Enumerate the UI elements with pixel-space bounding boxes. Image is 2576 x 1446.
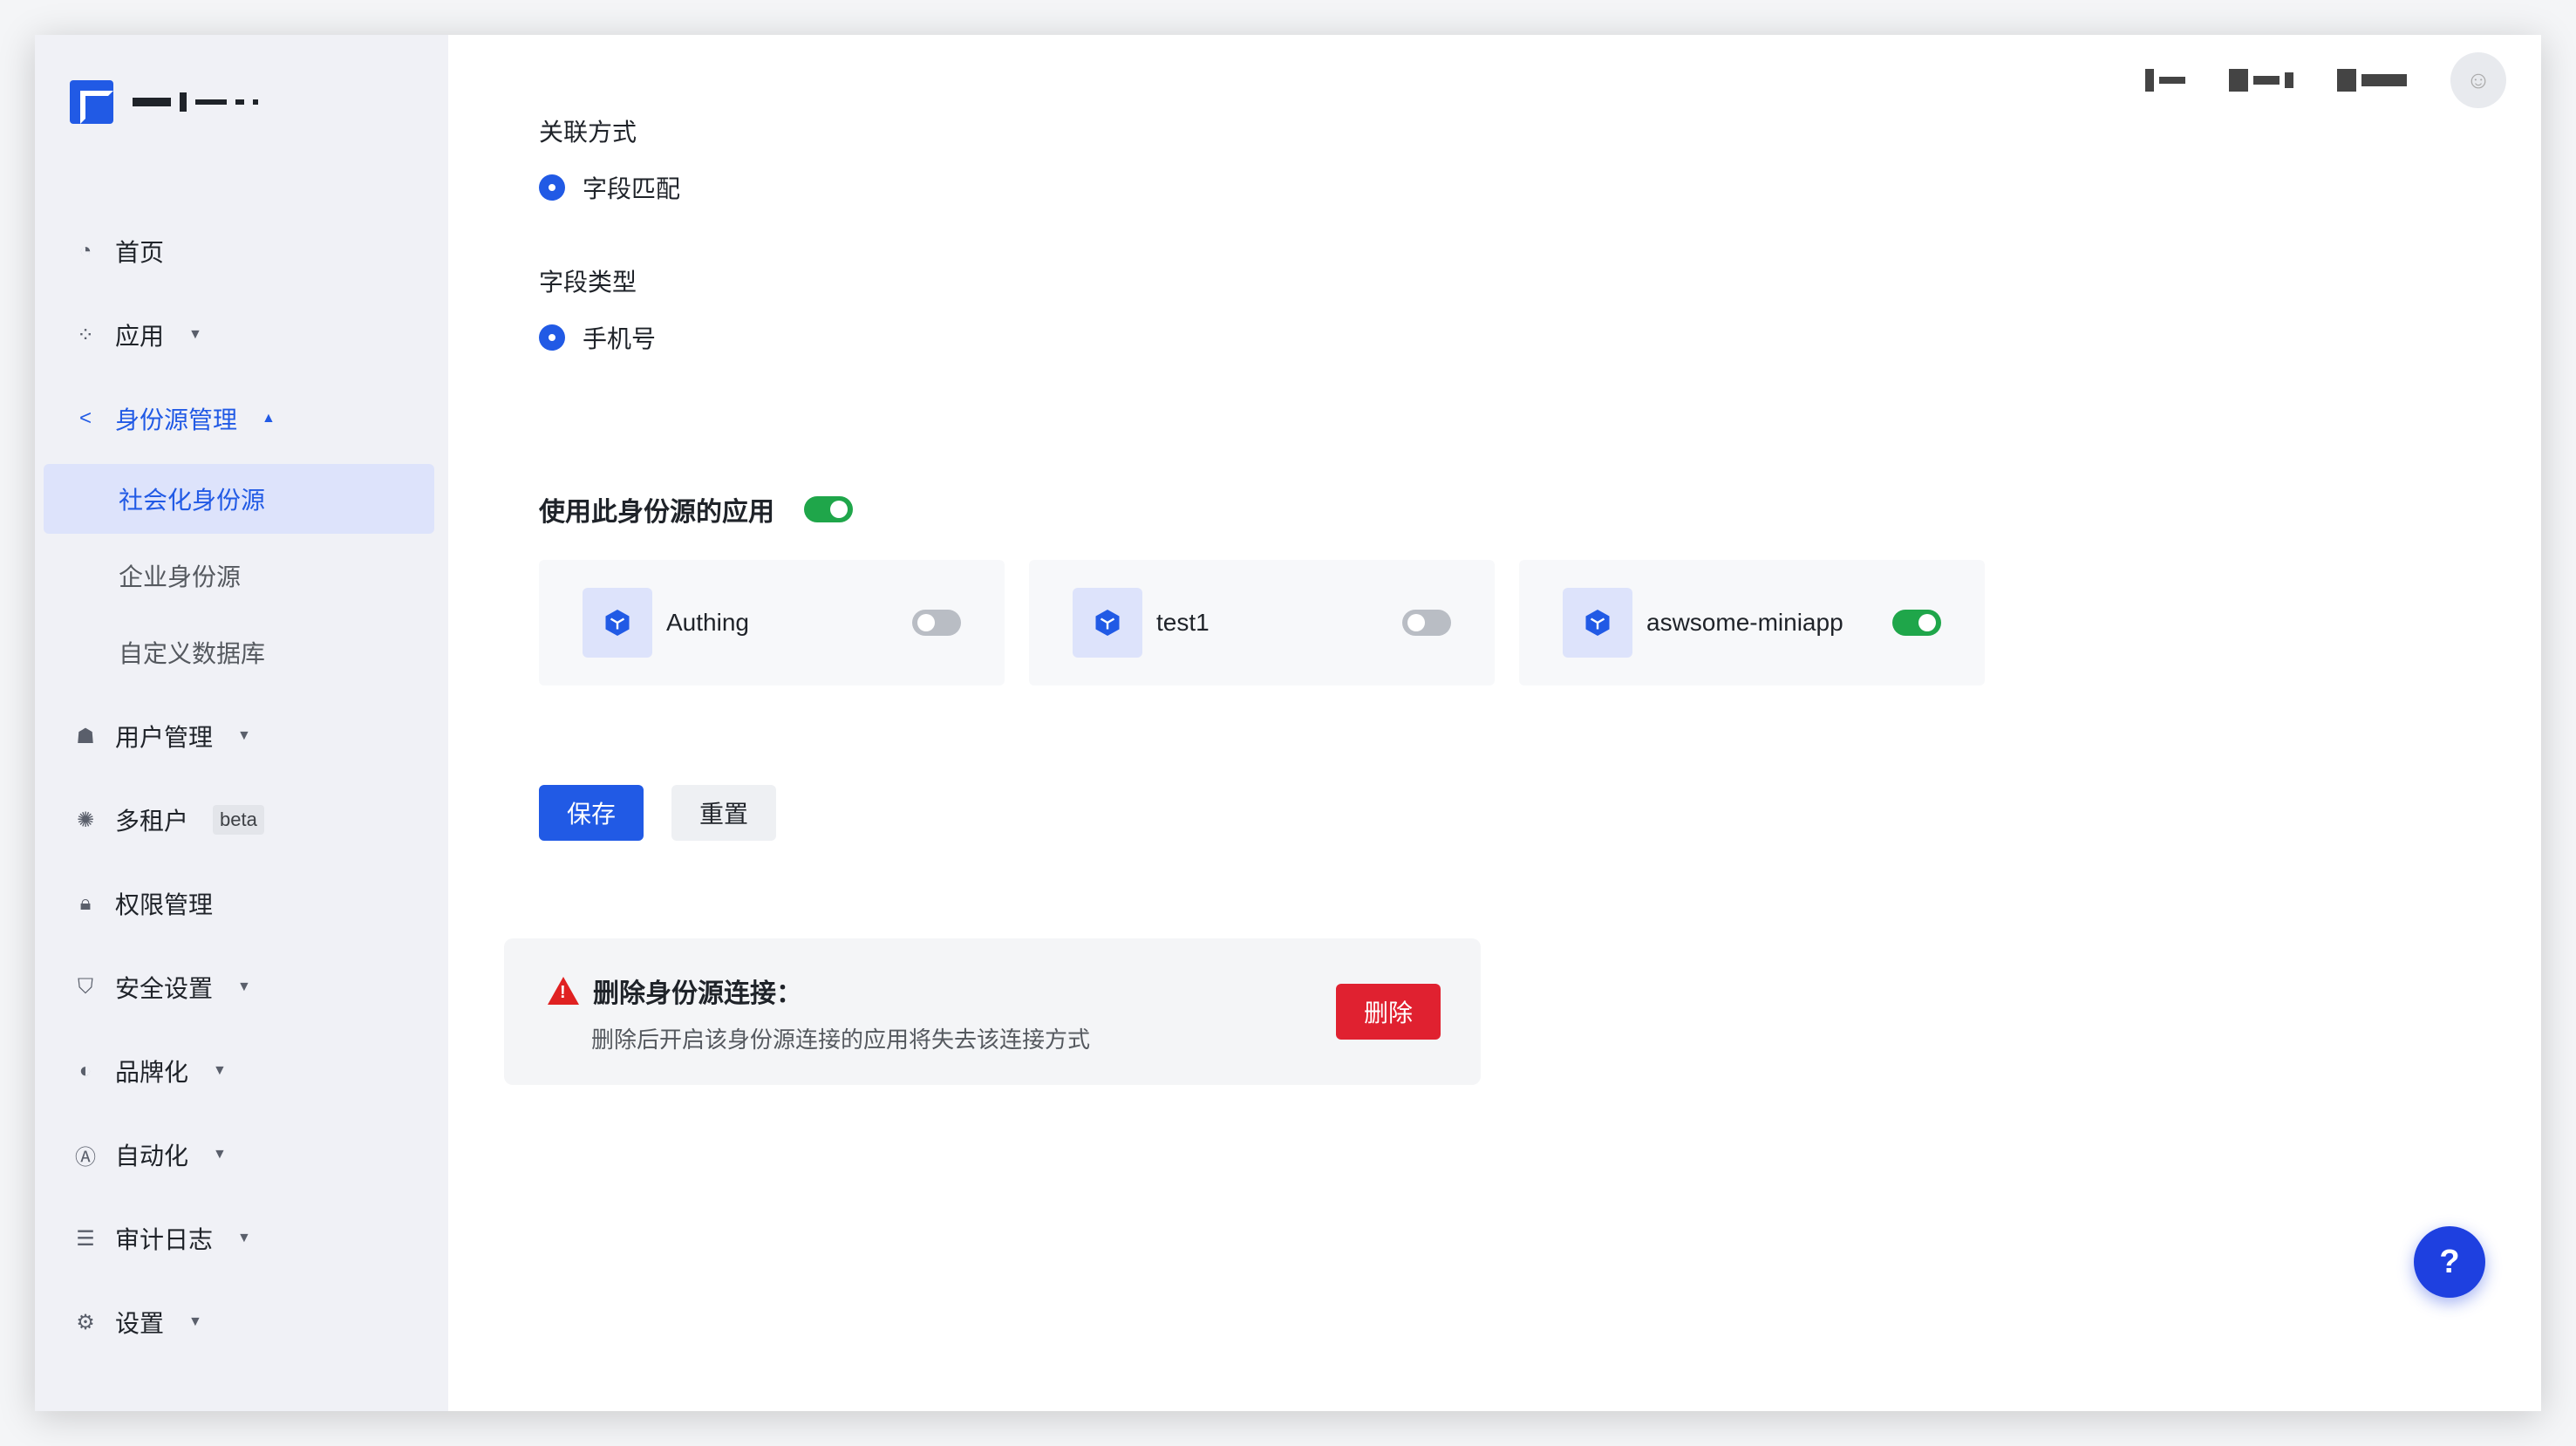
field-type-label: 字段类型 [539, 269, 637, 296]
apps-section-title: 使用此身份源的应用 [539, 490, 853, 529]
chevron-down-icon: ▼ [188, 327, 202, 342]
nav-item-settings[interactable]: ⚙ 设置 ▼ [35, 1280, 448, 1364]
log-icon: ☰ [76, 1226, 95, 1251]
apps-section-toggle[interactable] [804, 496, 853, 522]
beta-badge: beta [213, 805, 264, 835]
app-card-authing: Authing [539, 560, 1005, 685]
nav-item-security[interactable]: ⛉ 安全设置 ▼ [35, 945, 448, 1029]
logo-text-blurred [133, 92, 258, 112]
nav-label: 应用 [115, 323, 165, 350]
sub-label: 企业身份源 [119, 563, 242, 590]
nav-item-identity-source[interactable]: < 身份源管理 ▲ [35, 377, 448, 460]
nav-label: 安全设置 [115, 975, 214, 1002]
nav-item-permissions[interactable]: 🔒︎ 权限管理 [35, 862, 448, 945]
app-cube-icon [1563, 588, 1632, 658]
gear-icon: ⚙ [76, 1310, 95, 1334]
app-toggle[interactable] [1402, 610, 1451, 636]
delete-button[interactable]: 删除 [1336, 984, 1441, 1040]
sidebar-nav: ◔ 首页 ⁘ 应用 ▼ < 身份源管理 ▲ 社会化身份源 企业身份源 自定义数据… [35, 209, 448, 1364]
warning-icon [548, 977, 579, 1005]
nav-label: 首页 [115, 239, 165, 266]
nav-label: 设置 [115, 1310, 165, 1337]
app-cube-icon [1073, 588, 1142, 658]
sub-item-social-identity[interactable]: 社会化身份源 [44, 464, 434, 534]
chevron-down-icon: ▼ [213, 1147, 227, 1162]
app-name: test1 [1156, 609, 1210, 636]
automation-icon: Ⓐ [75, 1145, 96, 1170]
sub-label: 社会化身份源 [119, 487, 266, 514]
app-toggle[interactable] [912, 610, 961, 636]
danger-title: 删除身份源连接： [548, 972, 802, 1010]
app-card-test1: test1 [1029, 560, 1495, 685]
nav-item-automation[interactable]: Ⓐ 自动化 ▼ [35, 1113, 448, 1197]
nav-item-audit-log[interactable]: ☰ 审计日志 ▼ [35, 1197, 448, 1280]
tenant-icon: ✺ [76, 808, 95, 832]
nav-label: 审计日志 [115, 1226, 214, 1253]
topbar-icon-2[interactable] [2229, 69, 2293, 92]
nav-item-apps[interactable]: ⁘ 应用 ▼ [35, 293, 448, 377]
nav-item-branding[interactable]: ◐ 品牌化 ▼ [35, 1029, 448, 1113]
topbar-actions: ☺ [2145, 52, 2506, 108]
logo[interactable] [70, 80, 258, 124]
user-avatar[interactable]: ☺ [2450, 52, 2506, 108]
reset-button[interactable]: 重置 [671, 785, 776, 841]
danger-zone: 删除身份源连接： 删除后开启该身份源连接的应用将失去该连接方式 删除 [504, 938, 1481, 1085]
radio-checked[interactable] [539, 174, 565, 201]
field-type-radio[interactable]: 手机号 [539, 320, 656, 355]
sub-item-enterprise-identity[interactable]: 企业身份源 [44, 541, 434, 610]
shield-icon: ⛉ [78, 975, 93, 999]
nav-item-users[interactable]: ☗ 用户管理 ▼ [35, 694, 448, 778]
app-toggle[interactable] [1892, 610, 1941, 636]
section-title-text: 使用此身份源的应用 [539, 498, 774, 527]
main-content: ☺ 关联方式 字段匹配 字段类型 手机号 使用此身份源的应用 Authing t… [448, 35, 2541, 1411]
apps-icon: ⁘ [76, 323, 95, 347]
danger-description: 删除后开启该身份源连接的应用将失去该连接方式 [591, 1027, 1091, 1053]
app-card-aswsome-miniapp: aswsome-miniapp [1519, 560, 1985, 685]
radio-label: 字段匹配 [583, 175, 681, 202]
link-method-radio[interactable]: 字段匹配 [539, 170, 680, 205]
logo-icon [70, 80, 113, 124]
nav-item-home[interactable]: ◔ 首页 [35, 209, 448, 293]
app-name: aswsome-miniapp [1646, 609, 1843, 636]
help-button[interactable]: ? [2414, 1226, 2485, 1298]
app-cube-icon [583, 588, 652, 658]
nav-label: 多租户 [115, 808, 189, 835]
radio-checked[interactable] [539, 324, 565, 351]
sidebar: ◔ 首页 ⁘ 应用 ▼ < 身份源管理 ▲ 社会化身份源 企业身份源 自定义数据… [35, 35, 448, 1411]
nav-label: 自动化 [115, 1142, 189, 1170]
user-group-icon: ☗ [76, 724, 95, 748]
nav-label: 身份源管理 [115, 406, 238, 433]
danger-title-text: 删除身份源连接： [593, 979, 802, 1008]
radio-label: 手机号 [583, 325, 657, 352]
save-button[interactable]: 保存 [539, 785, 644, 841]
chevron-down-icon: ▼ [188, 1314, 202, 1329]
lock-icon: 🔒︎ [79, 891, 92, 915]
topbar-icon-1[interactable] [2145, 69, 2185, 92]
topbar-icon-3[interactable] [2337, 69, 2407, 92]
chevron-down-icon: ▼ [213, 1063, 227, 1078]
chevron-down-icon: ▼ [237, 979, 251, 994]
nav-label: 品牌化 [115, 1059, 189, 1086]
chevron-down-icon: ▼ [237, 1231, 251, 1245]
chevron-down-icon: ▼ [237, 728, 251, 743]
share-icon: < [78, 406, 92, 430]
link-method-label: 关联方式 [539, 119, 637, 146]
nav-label: 权限管理 [115, 891, 214, 918]
nav-item-tenants[interactable]: ✺ 多租户 beta [35, 778, 448, 862]
sub-label: 自定义数据库 [119, 640, 266, 667]
app-window: ◔ 首页 ⁘ 应用 ▼ < 身份源管理 ▲ 社会化身份源 企业身份源 自定义数据… [35, 35, 2541, 1411]
pie-chart-icon: ◔ [78, 239, 92, 263]
brand-icon: ◐ [78, 1059, 92, 1082]
app-name: Authing [666, 609, 749, 636]
nav-label: 用户管理 [115, 724, 214, 751]
chevron-up-icon: ▲ [262, 411, 276, 426]
sub-item-custom-database[interactable]: 自定义数据库 [44, 617, 434, 687]
